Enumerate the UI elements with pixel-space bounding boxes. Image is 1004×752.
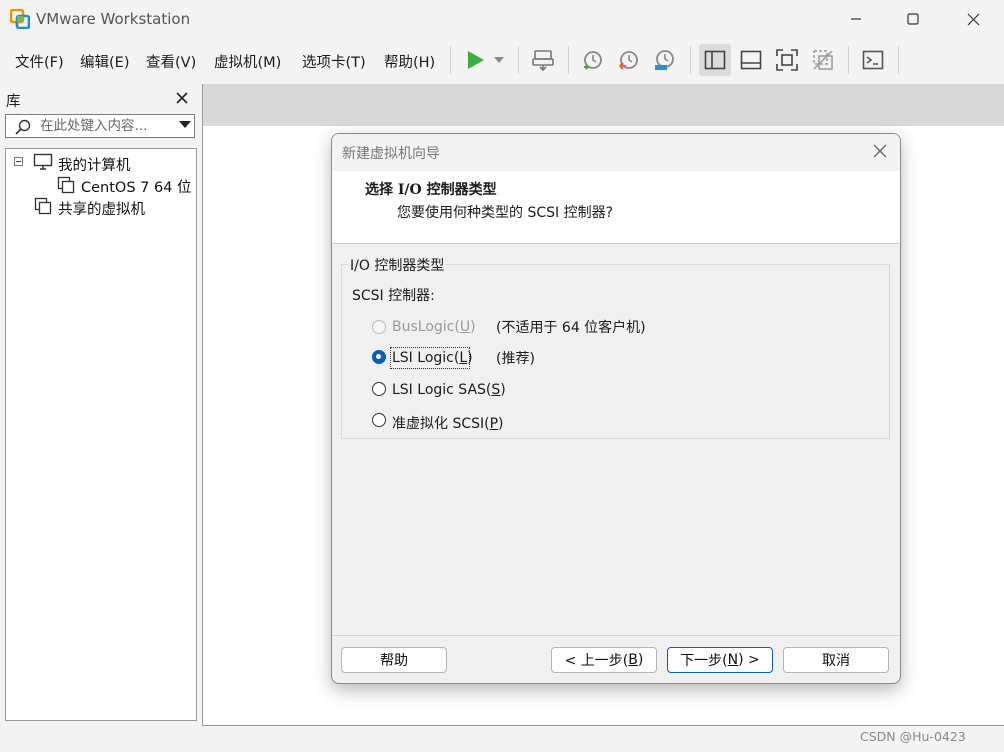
maximize-icon — [907, 13, 919, 25]
dialog-subheading: 您要使用何种类型的 SCSI 控制器? — [397, 205, 614, 221]
collapse-icon[interactable] — [14, 157, 23, 166]
dialog-title: 新建虚拟机向导 — [342, 146, 440, 162]
lsi-logic-radio[interactable] — [372, 350, 386, 364]
pvscsi-label[interactable]: 准虚拟化 SCSI(P) — [392, 413, 504, 433]
unity-icon — [813, 50, 833, 70]
full-screen-button[interactable] — [771, 44, 803, 76]
snapshot-manager-icon — [655, 50, 674, 70]
library-tree — [5, 148, 197, 721]
lsi-logic-note: (推荐) — [496, 351, 535, 367]
take-snapshot-button[interactable] — [577, 44, 609, 76]
library-title: 库 — [6, 94, 21, 110]
menu-tabs[interactable]: 选项卡(T) — [302, 51, 366, 72]
toolbar-separator — [450, 46, 451, 74]
show-library-icon — [704, 50, 726, 70]
vm-icon — [57, 176, 75, 198]
snapshot-manager-button[interactable] — [649, 44, 681, 76]
buslogic-radio — [372, 320, 386, 334]
maximize-button[interactable] — [890, 0, 936, 38]
lsi-logic-label[interactable]: LSI Logic(L) — [392, 350, 473, 366]
menu-help[interactable]: 帮助(H) — [384, 51, 435, 72]
snapshot-revert-icon — [619, 51, 638, 70]
minimize-icon — [851, 18, 861, 20]
pvscsi-option[interactable] — [372, 413, 386, 427]
watermark: CSDN @Hu-0423 — [860, 729, 966, 744]
next-button[interactable]: 下一步(N) > — [667, 647, 773, 673]
menu-vm[interactable]: 虚拟机(M) — [214, 51, 281, 72]
full-screen-icon — [776, 49, 798, 71]
help-button[interactable]: 帮助 — [341, 647, 447, 673]
dialog-close-button[interactable] — [870, 141, 890, 165]
toolbar-separator — [518, 46, 519, 74]
close-icon — [967, 13, 979, 25]
computer-icon — [33, 153, 53, 175]
show-thumbnail-bar-icon — [740, 50, 762, 70]
dialog-heading: 选择 I/O 控制器类型 — [365, 182, 497, 198]
lsi-logic-sas-label[interactable]: LSI Logic SAS(S) — [392, 382, 506, 398]
menu-file[interactable]: 文件(F) — [15, 51, 64, 72]
back-button[interactable]: < 上一步(B) — [551, 647, 657, 673]
close-icon — [176, 92, 188, 104]
send-ctrl-alt-del-button[interactable] — [527, 44, 559, 76]
new-vm-wizard-dialog: 新建虚拟机向导 选择 I/O 控制器类型 您要使用何种类型的 SCSI 控制器?… — [331, 133, 901, 684]
unity-button[interactable] — [807, 44, 839, 76]
pvscsi-radio[interactable] — [372, 413, 386, 427]
lsi-logic-sas-option[interactable] — [372, 382, 386, 396]
revert-snapshot-button[interactable] — [613, 44, 645, 76]
shared-vms-icon — [34, 197, 52, 219]
console-view-button[interactable] — [857, 44, 889, 76]
lsi-logic-option[interactable] — [372, 350, 386, 364]
play-icon — [468, 51, 484, 69]
console-view-icon — [862, 50, 884, 70]
buslogic-label: BusLogic(U) — [392, 319, 476, 335]
dialog-header: 选择 I/O 控制器类型 您要使用何种类型的 SCSI 控制器? — [332, 171, 900, 244]
dropdown-icon — [494, 57, 504, 63]
search-icon — [14, 118, 32, 140]
power-dropdown-button[interactable] — [486, 44, 512, 76]
tab-strip — [202, 84, 1004, 126]
library-search-input[interactable] — [40, 116, 168, 136]
button-separator — [332, 635, 900, 636]
tree-item-my-computer[interactable]: 我的计算机 — [58, 154, 131, 175]
menu-view[interactable]: 查看(V) — [146, 51, 196, 72]
snapshot-take-icon — [584, 51, 602, 70]
scsi-controller-label: SCSI 控制器: — [352, 288, 435, 304]
buslogic-option — [372, 320, 386, 334]
toolbar-separator — [568, 46, 569, 74]
toolbar-separator — [898, 46, 899, 74]
show-library-button[interactable] — [699, 44, 731, 76]
tree-item-centos[interactable]: CentOS 7 64 位 — [81, 176, 192, 197]
toolbar-separator — [690, 46, 691, 74]
group-title: I/O 控制器类型 — [348, 255, 447, 275]
lsi-logic-sas-radio[interactable] — [372, 382, 386, 396]
tree-item-shared-vms[interactable]: 共享的虚拟机 — [58, 198, 145, 219]
library-close-button[interactable] — [176, 89, 188, 108]
window-title: VMware Workstation — [36, 10, 191, 28]
minimize-button[interactable] — [833, 0, 879, 38]
toolbar-separator — [848, 46, 849, 74]
close-icon — [873, 144, 887, 158]
search-dropdown-icon[interactable] — [179, 121, 191, 128]
menu-edit[interactable]: 编辑(E) — [80, 51, 129, 72]
send-keys-icon — [532, 50, 554, 72]
show-thumbnail-bar-button[interactable] — [735, 44, 767, 76]
buslogic-note: (不适用于 64 位客户机) — [496, 320, 646, 336]
cancel-button[interactable]: 取消 — [783, 647, 889, 673]
close-window-button[interactable] — [950, 0, 996, 38]
vmware-logo-icon — [9, 8, 31, 30]
